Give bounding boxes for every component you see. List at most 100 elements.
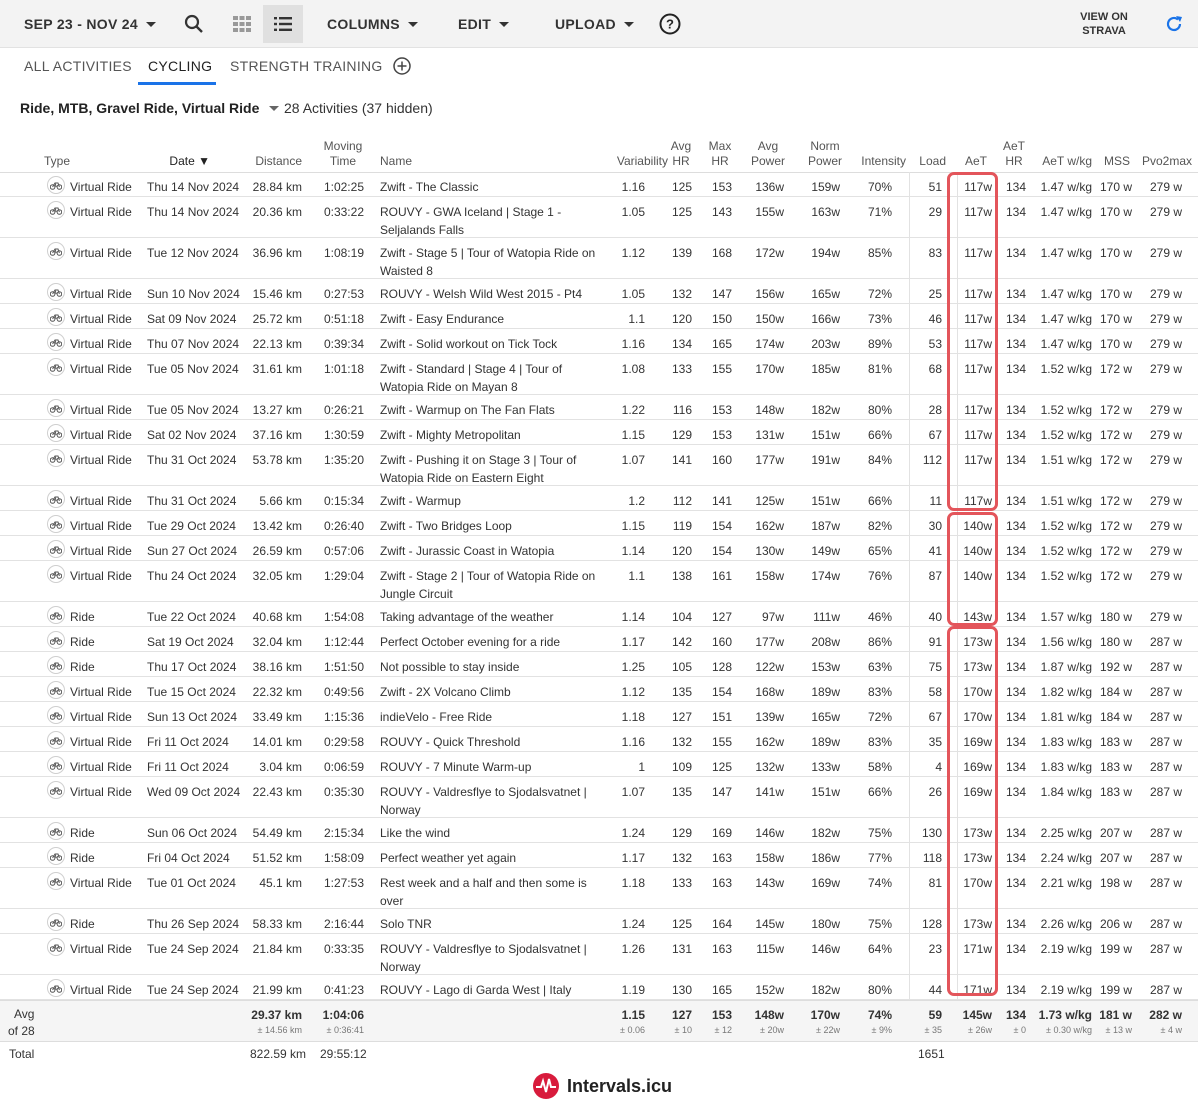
table-row[interactable]: Virtual Ride Sun 27 Oct 2024 26.59 km 0:57:… <box>0 536 1198 561</box>
column-header-avg-power[interactable]: Avg Power <box>748 139 788 169</box>
refresh-button[interactable] <box>1154 5 1194 43</box>
cell-maxhr: 143 <box>711 205 732 219</box>
column-header-aet[interactable]: AeT <box>962 154 990 169</box>
cell-name[interactable]: Zwift - Stage 2 | Tour of Watopia Ride o… <box>380 567 602 603</box>
tab-all-activities[interactable]: ALL ACTIVITIES <box>24 58 132 74</box>
cell-name[interactable]: Perfect weather yet again <box>380 849 602 867</box>
cell-name[interactable]: Zwift - Solid workout on Tick Tock <box>380 335 602 353</box>
table-row[interactable]: Virtual Ride Wed 09 Oct 2024 22.43 km 0:35:… <box>0 777 1198 818</box>
column-header-avg-hr[interactable]: Avg HR <box>668 139 694 169</box>
cell-name[interactable]: Zwift - The Classic <box>380 178 602 196</box>
add-tab-icon[interactable] <box>393 57 411 75</box>
column-header-aet-wkg[interactable]: AeT w/kg <box>1036 154 1092 169</box>
cell-name[interactable]: Zwift - Two Bridges Loop <box>380 517 602 535</box>
cell-name[interactable]: Taking advantage of the weather <box>380 608 602 626</box>
table-row[interactable]: Virtual Ride Sun 10 Nov 2024 15.46 km 0:27:… <box>0 279 1198 304</box>
cell-name[interactable]: Like the wind <box>380 824 602 842</box>
cell-name[interactable]: Rest week and a half and then some is ov… <box>380 874 602 910</box>
column-header-pvo2max[interactable]: Pvo2max <box>1138 154 1192 169</box>
table-row[interactable]: Virtual Ride Thu 07 Nov 2024 22.13 km 0:39:… <box>0 329 1198 354</box>
cell-name[interactable]: ROUVY - Valdresflye to Sjodalsvatnet | N… <box>380 783 602 819</box>
table-row[interactable]: Virtual Ride Tue 01 Oct 2024 45.1 km 1:27:5… <box>0 868 1198 909</box>
table-row[interactable]: Ride Tue 22 Oct 2024 40.68 km 1:54:08 Taking… <box>0 602 1198 627</box>
cell-avgp: 162w <box>755 735 784 749</box>
column-header-intensity[interactable]: Intensity <box>852 154 906 169</box>
table-row[interactable]: Virtual Ride Tue 05 Nov 2024 31.61 km 1:01:… <box>0 354 1198 395</box>
table-row[interactable]: Ride Thu 17 Oct 2024 38.16 km 1:51:50 Not po… <box>0 652 1198 677</box>
table-row[interactable]: Ride Sat 19 Oct 2024 32.04 km 1:12:44 Perfec… <box>0 627 1198 652</box>
column-header-mss[interactable]: MSS <box>1098 154 1130 169</box>
table-row[interactable]: Ride Thu 26 Sep 2024 58.33 km 2:16:44 Solo T… <box>0 909 1198 934</box>
table-row[interactable]: Virtual Ride Thu 14 Nov 2024 20.36 km 0:33:… <box>0 197 1198 238</box>
edit-menu[interactable]: EDIT <box>458 0 510 48</box>
table-row[interactable]: Virtual Ride Sun 13 Oct 2024 33.49 km 1:15:… <box>0 702 1198 727</box>
column-header-max-hr[interactable]: Max HR <box>704 139 736 169</box>
cell-name[interactable]: Not possible to stay inside <box>380 658 602 676</box>
cell-name[interactable]: ROUVY - Valdresflye to Sjodalsvatnet | N… <box>380 940 602 976</box>
cell-name[interactable]: ROUVY - Lago di Garda West | Italy <box>380 981 602 999</box>
cell-date: Tue 01 Oct 2024 <box>147 876 236 890</box>
table-row[interactable]: Virtual Ride Fri 11 Oct 2024 14.01 km 0:29:… <box>0 727 1198 752</box>
table-row[interactable]: Virtual Ride Tue 12 Nov 2024 36.96 km 1:08:… <box>0 238 1198 279</box>
column-header-date[interactable]: Date ▼ <box>150 154 210 169</box>
cell-name[interactable]: ROUVY - Quick Threshold <box>380 733 602 751</box>
cell-name[interactable]: ROUVY - Welsh Wild West 2015 - Pt4 <box>380 285 602 303</box>
table-row[interactable]: Virtual Ride Thu 31 Oct 2024 5.66 km 0:15:3… <box>0 486 1198 511</box>
search-button[interactable] <box>174 5 214 43</box>
cell-name[interactable]: Zwift - Stage 5 | Tour of Watopia Ride o… <box>380 244 602 280</box>
cell-maxhr: 127 <box>711 610 732 624</box>
column-header-variability[interactable]: Variability <box>600 154 668 169</box>
column-header-norm-power[interactable]: Norm Power <box>805 139 845 169</box>
columns-menu[interactable]: COLUMNS <box>327 0 418 48</box>
cell-name[interactable]: Zwift - Jurassic Coast in Watopia <box>380 542 602 560</box>
cell-name[interactable]: Zwift - Standard | Stage 4 | Tour of Wat… <box>380 360 602 396</box>
cell-name[interactable]: Zwift - Warmup on The Fan Flats <box>380 401 602 419</box>
cell-name[interactable]: Zwift - Mighty Metropolitan <box>380 426 602 444</box>
table-row[interactable]: Virtual Ride Thu 24 Oct 2024 32.05 km 1:29:… <box>0 561 1198 602</box>
table-row[interactable]: Virtual Ride Thu 14 Nov 2024 28.84 km 1:02:… <box>0 172 1198 197</box>
table-row[interactable]: Virtual Ride Sat 09 Nov 2024 25.72 km 0:51:… <box>0 304 1198 329</box>
edit-label: EDIT <box>458 16 492 32</box>
grid-view-button[interactable] <box>222 5 262 43</box>
cell-name[interactable]: indieVelo - Free Ride <box>380 708 602 726</box>
column-header-distance[interactable]: Distance <box>240 154 302 169</box>
tab-strength-training[interactable]: STRENGTH TRAINING <box>230 58 383 74</box>
tab-cycling[interactable]: CYCLING <box>148 58 212 74</box>
table-row[interactable]: Ride Fri 04 Oct 2024 51.52 km 1:58:09 Perfec… <box>0 843 1198 868</box>
activity-type-filter[interactable]: Ride, MTB, Gravel Ride, Virtual Ride <box>20 100 280 116</box>
column-header-name[interactable]: Name <box>380 154 440 169</box>
cell-type: Virtual Ride <box>70 428 132 442</box>
cell-avgp: 177w <box>755 453 784 467</box>
table-row[interactable]: Virtual Ride Thu 31 Oct 2024 53.78 km 1:35:… <box>0 445 1198 486</box>
table-row[interactable]: Virtual Ride Tue 05 Nov 2024 13.27 km 0:26:… <box>0 395 1198 420</box>
column-header-load[interactable]: Load <box>912 154 946 169</box>
view-on-strava-link[interactable]: VIEW ON STRAVA <box>1062 10 1146 38</box>
cell-name[interactable]: Zwift - Warmup <box>380 492 602 510</box>
cell-maxhr: 169 <box>711 826 732 840</box>
table-row[interactable]: Virtual Ride Tue 29 Oct 2024 13.42 km 0:26:… <box>0 511 1198 536</box>
column-header-aet-hr[interactable]: AeT HR <box>1000 139 1028 169</box>
cell-var: 1.17 <box>621 635 645 649</box>
column-header-moving-time[interactable]: Moving Time <box>318 139 368 169</box>
list-view-button[interactable] <box>263 5 303 43</box>
bicycle-icon <box>47 358 65 376</box>
date-range-selector[interactable]: SEP 23 - NOV 24 <box>24 0 156 48</box>
cell-name[interactable]: Zwift - 2X Volcano Climb <box>380 683 602 701</box>
cell-name[interactable]: ROUVY - 7 Minute Warm-up <box>380 758 602 776</box>
table-row[interactable]: Ride Sun 06 Oct 2024 54.49 km 2:15:34 Like t… <box>0 818 1198 843</box>
table-row[interactable]: Virtual Ride Sat 02 Nov 2024 37.16 km 1:30:… <box>0 420 1198 445</box>
cell-name[interactable]: Solo TNR <box>380 915 602 933</box>
cell-aethr: 134 <box>1005 917 1026 931</box>
help-button[interactable]: ? <box>650 5 690 43</box>
cell-var: 1.1 <box>628 312 645 326</box>
cell-name[interactable]: Zwift - Easy Endurance <box>380 310 602 328</box>
upload-menu[interactable]: UPLOAD <box>555 0 634 48</box>
cell-name[interactable]: ROUVY - GWA Iceland | Stage 1 - Seljalan… <box>380 203 602 239</box>
column-header-type[interactable]: Type <box>44 154 104 169</box>
cell-name[interactable]: Perfect October evening for a ride <box>380 633 602 651</box>
cell-name[interactable]: Zwift - Pushing it on Stage 3 | Tour of … <box>380 451 602 487</box>
table-row[interactable]: Virtual Ride Tue 24 Sep 2024 21.84 km 0:33:… <box>0 934 1198 975</box>
table-row[interactable]: Virtual Ride Tue 24 Sep 2024 21.99 km 0:41:… <box>0 975 1198 1000</box>
table-row[interactable]: Virtual Ride Fri 11 Oct 2024 3.04 km 0:06:5… <box>0 752 1198 777</box>
table-row[interactable]: Virtual Ride Tue 15 Oct 2024 22.32 km 0:49:… <box>0 677 1198 702</box>
